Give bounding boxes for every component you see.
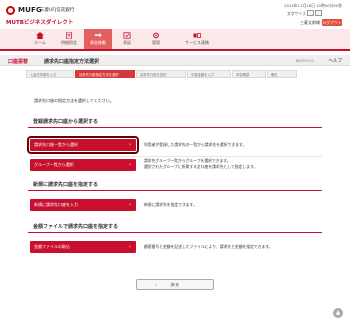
font-size-label: 文字サイズ [287,11,306,16]
font-size-small-button[interactable] [307,10,314,16]
chevron-right-icon: › [129,162,131,168]
service-name: MUTBビジネスダイレクト [6,20,74,26]
service-icon [193,33,201,38]
section-heading-file: 金額ファイルで請求先口座を指定する [28,222,322,233]
row-description: 新規に請求先を指定できます。 [144,202,197,207]
header: MUFG 三菱UFJ信託銀行 MUTBビジネスダイレクト 2014年11月16日… [0,0,350,29]
button-label: 戻る [170,282,180,287]
import-amount-file-button[interactable]: 金額ファイルの取込 › [30,241,136,253]
nav-item-approval[interactable]: 承認 [113,29,141,49]
step-indicator: 入金先情報を入力 請求先口座指定方法を選択 請求先口座を選択 引落金額を入力 内… [26,70,326,78]
nav-item-label: 管理 [152,40,160,45]
step-item: 確定 [267,70,297,78]
nav-item-fund-transfer[interactable]: 資金移動 [84,29,112,49]
select-from-group-list-button[interactable]: グループ一覧から選択 › [30,159,136,171]
step-item: 請求先口座を選択 [136,70,186,78]
screen-id: BKSP0101 [295,59,314,63]
page-top-button[interactable]: ▲ [333,308,343,318]
row-description: 選択されたグループに所属する全口座を請求先として指定します。 [144,164,258,169]
nav-item-label: 明細照会 [61,40,77,45]
section-heading-new: 新規に請求先口座を指定する [28,180,322,191]
font-size-medium-button[interactable] [315,10,322,16]
nav-item-statements[interactable]: 明細照会 [55,29,83,49]
divider [30,156,322,157]
nav-item-label: サービス連携 [185,40,209,45]
instruction-text: 請求先口座の指定方法を選択してください。 [34,98,114,103]
nav-item-service-link[interactable]: サービス連携 [171,29,223,49]
section-name: 口座振替 [8,59,29,65]
step-item: 引落金額を入力 [187,70,231,78]
home-icon [36,32,44,39]
step-item: 入金先情報を入力 [26,70,74,78]
mufg-logo-icon [6,6,15,15]
help-link[interactable]: ヘルプ [329,58,343,64]
transfer-icon [94,32,102,38]
row-description: 請求先グループ一覧からグループを選択できます。 [144,158,231,163]
nav-item-label: ホーム [34,40,46,45]
document-icon [66,32,72,39]
row-description: 利用者が登録した請求先の一覧から請求先を選択できます。 [144,142,247,147]
nav-item-label: 資金移動 [90,40,106,45]
chevron-right-icon: › [129,202,131,208]
step-item-current: 請求先口座指定方法を選択 [75,70,135,78]
chevron-right-icon: › [129,244,131,250]
select-from-payer-list-button[interactable]: 請求先口座一覧から選択 › [27,136,139,154]
bank-name: 三菱UFJ信託銀行 [40,8,75,13]
logout-button[interactable]: ログアウト [322,19,342,26]
button-label: 新規に請求先口座を入力 [34,202,78,207]
global-nav: ホーム 明細照会 資金移動 承認 管理 サービス連携 [0,29,350,51]
row-description: 顧客番号と金額を記述したファイルにより、請求先と金額を指定できます。 [144,244,273,249]
enter-new-payer-button[interactable]: 新規に請求先口座を入力 › [30,199,136,211]
button-label: 金額ファイルの取込 [34,244,70,249]
nav-item-home[interactable]: ホーム [26,29,54,49]
button-label: グループ一覧から選択 [34,162,74,167]
logo-text: MUFG [18,6,42,14]
nav-item-admin[interactable]: 管理 [142,29,170,49]
nav-item-label: 承認 [123,40,131,45]
chevron-right-icon: › [129,142,131,148]
step-item: 内容確認 [232,70,266,78]
admin-icon [153,32,159,39]
page-title: 請求先口座指定方法選択 [44,59,100,65]
user-name: 三菱太郎様 [300,20,320,25]
page-title-bar: 口座振替 請求先口座指定方法選択 BKSP0101 ヘルプ [0,55,350,66]
login-datetime: 2014年11月16日 10時00分00秒 [284,3,342,8]
back-button[interactable]: ‹ 戻る [136,279,214,290]
approve-icon [123,32,131,39]
section-heading-registered: 登録請求先口座から選択する [28,117,322,128]
chevron-left-icon: ‹ [155,282,157,287]
button-label: 請求先口座一覧から選択 [34,142,78,147]
